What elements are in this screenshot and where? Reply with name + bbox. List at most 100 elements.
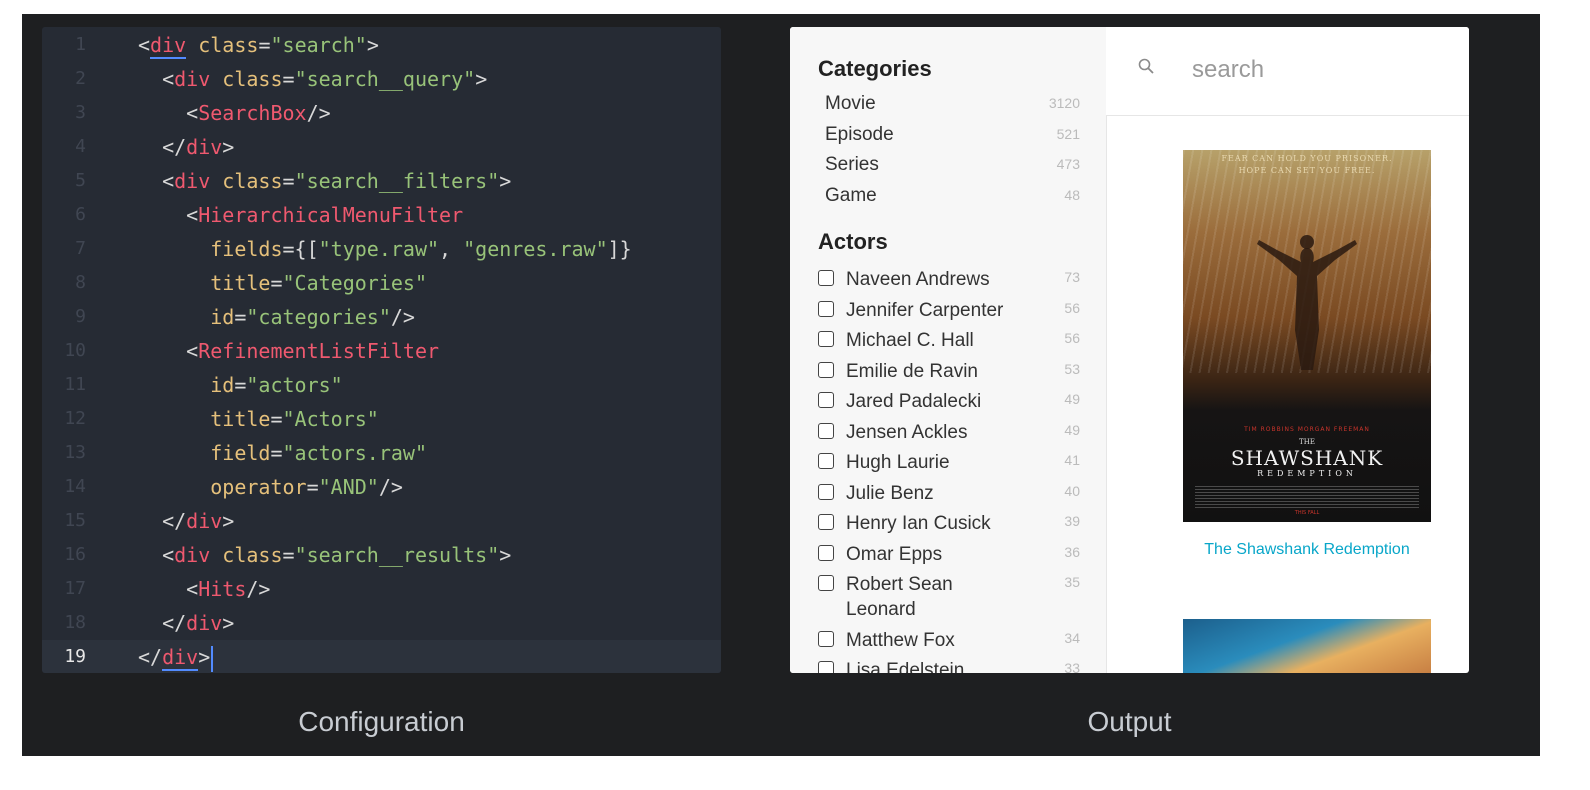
- code-token: </: [138, 135, 187, 159]
- code-token: />: [306, 101, 331, 125]
- actor-count: 49: [1064, 391, 1080, 407]
- code-token: <: [138, 169, 175, 193]
- code-line[interactable]: 7 fields={["type.raw", "genres.raw"]}: [42, 232, 721, 266]
- code-token: RefinementListFilter: [198, 339, 440, 363]
- code-token: Hits: [198, 577, 247, 601]
- poster-credits: [1195, 486, 1419, 508]
- code-editor[interactable]: 1 <div class="search"> 2 <div class="searc…: [42, 27, 721, 673]
- actor-checkbox[interactable]: [818, 422, 834, 439]
- code-line[interactable]: 16 <div class="search__results">: [42, 538, 721, 572]
- code-line[interactable]: 3 <SearchBox/>: [42, 96, 721, 130]
- code-token: "AND": [318, 475, 379, 499]
- actor-label: Hugh Laurie: [846, 452, 950, 473]
- code-token: >: [198, 645, 211, 669]
- actor-checkbox[interactable]: [818, 392, 834, 408]
- line-number: 10: [64, 340, 86, 361]
- actor-checkbox[interactable]: [818, 361, 834, 378]
- code-token: "genres.raw": [463, 237, 608, 261]
- stage: 1 <div class="search"> 2 <div class="searc…: [22, 14, 1540, 756]
- code-line[interactable]: 14 operator="AND"/>: [42, 470, 721, 504]
- search-input[interactable]: [1190, 51, 1454, 89]
- actor-checkbox[interactable]: [818, 453, 834, 469]
- actors-title: Actors: [818, 229, 888, 254]
- actor-count: 73: [1064, 269, 1080, 285]
- code-token: div: [186, 509, 223, 533]
- category-count: 3120: [1048, 95, 1080, 111]
- actor-count: 41: [1064, 452, 1080, 468]
- code-token: =: [270, 407, 283, 431]
- code-line[interactable]: 15 </div>: [42, 504, 721, 538]
- hit-title-link[interactable]: The Shawshank Redemption: [1150, 541, 1464, 559]
- code-line[interactable]: 19 </div>: [42, 640, 721, 673]
- code-token: />: [390, 305, 415, 329]
- hit-poster-2[interactable]: [1183, 619, 1431, 673]
- code-line[interactable]: 6 <HierarchicalMenuFilter: [42, 198, 721, 232]
- actor-checkbox[interactable]: [818, 630, 834, 647]
- code-text: <SearchBox/>: [138, 96, 331, 130]
- code-token: <: [138, 339, 199, 363]
- code-token: div: [150, 33, 187, 59]
- actor-label: Matthew Fox: [846, 629, 955, 651]
- code-line[interactable]: 8 title="Categories": [42, 266, 721, 300]
- line-number: 13: [64, 442, 86, 463]
- poster-the: THE: [1299, 438, 1315, 446]
- line-number: 6: [75, 204, 86, 225]
- code-line[interactable]: 4 </div>: [42, 130, 721, 164]
- actor-checkbox[interactable]: [818, 300, 834, 317]
- category-item[interactable]: Movie 3120: [818, 93, 1080, 119]
- actor-label: Robert Sean Leonard: [846, 574, 953, 620]
- category-item[interactable]: Series 473: [818, 154, 1080, 180]
- code-line[interactable]: 18 </div>: [42, 606, 721, 640]
- line-number: 14: [64, 476, 86, 497]
- code-line[interactable]: 9 id="categories"/>: [42, 300, 721, 334]
- code-text: <RefinementListFilter: [138, 334, 439, 368]
- actor-label: Lisa Edelstein: [846, 660, 965, 673]
- code-line[interactable]: 11 id="actors": [42, 368, 721, 402]
- actor-checkbox[interactable]: [818, 514, 834, 530]
- category-count: 473: [1056, 156, 1080, 172]
- line-number: 17: [64, 578, 86, 599]
- actor-checkbox[interactable]: [818, 331, 834, 347]
- actor-label: Henry Ian Cusick: [846, 513, 991, 534]
- code-token: class: [222, 169, 283, 193]
- actor-checkbox[interactable]: [818, 270, 834, 286]
- code-token: "search__filters": [294, 169, 500, 193]
- actor-checkbox[interactable]: [818, 575, 834, 591]
- code-token: >: [366, 33, 379, 57]
- actor-checkbox[interactable]: [818, 483, 834, 500]
- output-panel: Categories Actors Movie 3120 Episode 521 Ser…: [790, 27, 1469, 673]
- code-text: <div class="search__query">: [138, 62, 487, 96]
- code-line[interactable]: 13 field="actors.raw": [42, 436, 721, 470]
- line-number: 7: [75, 238, 86, 259]
- code-token: div: [162, 645, 199, 671]
- category-count: 48: [1064, 186, 1080, 203]
- code-line[interactable]: 5 <div class="search__filters">: [42, 164, 721, 198]
- code-line[interactable]: 12 title="Actors": [42, 402, 721, 436]
- category-item[interactable]: Episode 521: [818, 124, 1080, 150]
- code-line[interactable]: 1 <div class="search">: [42, 28, 721, 62]
- code-line[interactable]: 2 <div class="search__query">: [42, 62, 721, 96]
- code-token: class: [222, 543, 283, 567]
- code-token: fields: [210, 237, 283, 261]
- search-bar: [1106, 27, 1469, 116]
- code-token: =: [234, 373, 247, 397]
- actor-checkbox[interactable]: [818, 544, 834, 561]
- code-line[interactable]: 17 <Hits/>: [42, 572, 721, 606]
- code-token: <: [138, 577, 199, 601]
- code-text: fields={["type.raw", "genres.raw"]}: [138, 232, 631, 266]
- code-token: >: [499, 543, 512, 567]
- code-token: ,: [439, 237, 464, 261]
- code-line[interactable]: 10 <RefinementListFilter: [42, 334, 721, 368]
- category-item[interactable]: Game 48: [818, 185, 1080, 211]
- code-text: <HierarchicalMenuFilter: [138, 198, 463, 232]
- code-token: HierarchicalMenuFilter: [198, 203, 464, 227]
- actor-checkbox[interactable]: [818, 661, 834, 673]
- hit-poster[interactable]: FEAR CAN HOLD YOU PRISONER. HOPE CAN SET…: [1183, 150, 1431, 522]
- code-token: class: [222, 67, 283, 91]
- code-text: id="categories"/>: [138, 300, 415, 334]
- code-token: />: [378, 475, 403, 499]
